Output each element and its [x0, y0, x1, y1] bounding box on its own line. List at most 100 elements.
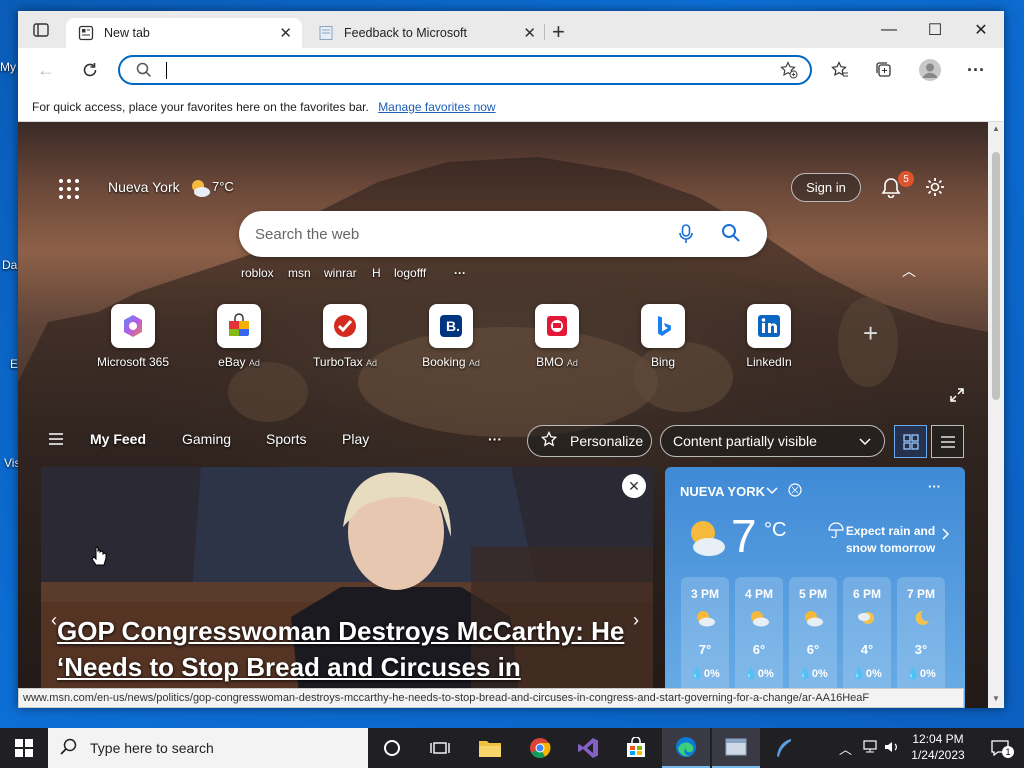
- minimize-button[interactable]: —: [866, 11, 912, 48]
- profile-avatar[interactable]: [916, 56, 944, 84]
- expand-icon[interactable]: [950, 388, 964, 405]
- moon-icon: [897, 609, 945, 632]
- recent-search-item[interactable]: msn: [288, 266, 311, 280]
- weather-city[interactable]: NUEVA YORK: [680, 484, 765, 499]
- tab-actions-icon[interactable]: [32, 21, 50, 39]
- notification-count-badge: 1: [1002, 746, 1014, 758]
- desktop-icon-label[interactable]: My: [0, 60, 16, 74]
- desktop-icon-label[interactable]: E: [10, 357, 18, 371]
- task-view-button[interactable]: [416, 728, 464, 768]
- raindrop-icon: 💧: [798, 668, 812, 680]
- web-search-box[interactable]: Search the web: [239, 211, 767, 257]
- tab-feedback[interactable]: Feedback to Microsoft ✕: [306, 18, 546, 48]
- chevron-right-icon[interactable]: [941, 527, 951, 544]
- weather-more-icon[interactable]: ···: [928, 479, 941, 494]
- add-favorite-icon[interactable]: [780, 61, 798, 82]
- sign-in-button[interactable]: Sign in: [791, 173, 861, 202]
- header-temperature[interactable]: 7°C: [212, 179, 234, 194]
- windows-logo-icon: [15, 739, 33, 757]
- quick-link-linkedin[interactable]: LinkedIn: [724, 304, 814, 369]
- feedback-hub-button[interactable]: [760, 728, 808, 768]
- collapse-chevron-icon[interactable]: ︿: [902, 261, 916, 281]
- tab-gaming[interactable]: Gaming: [182, 431, 231, 447]
- recent-search-item[interactable]: H: [372, 266, 381, 280]
- personalize-button[interactable]: Personalize: [527, 425, 652, 457]
- news-card[interactable]: ✕ ‹ › GOP Congresswoman Destroys McCarth…: [41, 467, 653, 708]
- visual-studio-button[interactable]: [564, 728, 612, 768]
- quick-link-booking[interactable]: B. Booking Ad: [406, 304, 496, 369]
- ad-label: Ad: [468, 358, 480, 368]
- window-app-button[interactable]: [712, 728, 760, 768]
- recent-search-item[interactable]: roblox: [241, 266, 274, 280]
- content-visibility-label: Content partially visible: [673, 433, 817, 449]
- tab-my-feed[interactable]: My Feed: [90, 431, 146, 447]
- show-hidden-icons-chevron[interactable]: ︿: [839, 739, 852, 758]
- scroll-down-icon[interactable]: ▼: [992, 694, 1000, 703]
- list-view-button[interactable]: [931, 425, 964, 458]
- quick-link-ebay[interactable]: eBay Ad: [194, 304, 284, 369]
- refresh-button[interactable]: [76, 56, 104, 84]
- recent-search-item[interactable]: winrar: [324, 266, 357, 280]
- recent-searches-more[interactable]: ···: [454, 266, 466, 280]
- weather-forecast-text[interactable]: Expect rain and snow tomorrow: [843, 523, 938, 557]
- weather-unit: °C: [764, 519, 787, 541]
- personalize-label: Personalize: [570, 433, 644, 449]
- start-button[interactable]: [0, 728, 48, 768]
- quick-link-bmo[interactable]: BMO Ad: [512, 304, 602, 369]
- clock[interactable]: 12:04 PM 1/24/2023: [904, 731, 972, 763]
- quick-link-label: eBay: [218, 355, 246, 369]
- microsoft-store-button[interactable]: [612, 728, 660, 768]
- maximize-button[interactable]: ☐: [912, 11, 958, 48]
- edge-button[interactable]: [662, 728, 710, 768]
- tab-new-tab[interactable]: New tab ✕: [66, 18, 302, 48]
- favorites-icon[interactable]: [826, 56, 854, 84]
- close-tab-icon[interactable]: ✕: [279, 24, 292, 42]
- taskbar-search-box[interactable]: Type here to search: [48, 728, 368, 768]
- tab-sports[interactable]: Sports: [266, 431, 306, 447]
- back-button[interactable]: ←: [32, 56, 60, 84]
- scrollbar-thumb[interactable]: [992, 152, 1000, 400]
- taskbar-search-input[interactable]: Type here to search: [90, 740, 214, 756]
- search-input[interactable]: Search the web: [255, 226, 359, 243]
- scroll-up-icon[interactable]: ▲: [992, 124, 1000, 133]
- more-options-icon[interactable]: ···: [962, 56, 990, 84]
- microphone-icon[interactable]: [679, 224, 693, 247]
- chevron-down-icon[interactable]: [765, 483, 779, 500]
- task-view-cortana-button[interactable]: [368, 728, 416, 768]
- chrome-button[interactable]: [516, 728, 564, 768]
- ad-label: Ad: [365, 358, 377, 368]
- grid-view-button[interactable]: [894, 425, 927, 458]
- dismiss-card-button[interactable]: ✕: [622, 474, 646, 498]
- quick-link-turbotax[interactable]: TurboTax Ad: [300, 304, 390, 369]
- weather-card[interactable]: NUEVA YORK ··· 7 °C Expect rain and snow…: [665, 467, 965, 708]
- manage-favorites-link[interactable]: Manage favorites now: [378, 100, 495, 114]
- network-icon[interactable]: [862, 740, 878, 757]
- recent-search-item[interactable]: logofff: [394, 266, 426, 280]
- address-bar[interactable]: [118, 55, 812, 85]
- close-window-button[interactable]: ✕: [958, 11, 1004, 48]
- turbotax-icon: [323, 304, 367, 348]
- weather-temperature: 7: [731, 510, 757, 562]
- apps-launcher-icon[interactable]: [58, 178, 80, 203]
- chevron-down-icon: [858, 434, 872, 451]
- location-label[interactable]: Nueva York: [108, 179, 180, 195]
- quick-link-microsoft-365[interactable]: Microsoft 365: [88, 304, 178, 369]
- collections-icon[interactable]: [870, 56, 898, 84]
- settings-gear-icon[interactable]: [924, 176, 946, 201]
- feed-more-button[interactable]: ···: [488, 431, 502, 447]
- tab-play[interactable]: Play: [342, 431, 369, 447]
- file-explorer-button[interactable]: [466, 728, 514, 768]
- new-tab-button[interactable]: +: [552, 19, 565, 45]
- location-pin-icon[interactable]: [788, 483, 802, 500]
- desktop-icon-label[interactable]: Da: [2, 258, 17, 272]
- hour-precip: 0%: [757, 668, 774, 680]
- feed-menu-icon[interactable]: [49, 433, 63, 448]
- quick-link-bing[interactable]: Bing: [618, 304, 708, 369]
- volume-icon[interactable]: [884, 740, 900, 757]
- store-icon: [627, 737, 645, 757]
- content-visibility-dropdown[interactable]: Content partially visible: [660, 425, 885, 457]
- search-icon[interactable]: [721, 223, 741, 246]
- page-scrollbar[interactable]: ▲ ▼: [988, 122, 1004, 708]
- close-tab-icon[interactable]: ✕: [523, 24, 536, 42]
- add-quick-link-button[interactable]: +: [863, 318, 878, 349]
